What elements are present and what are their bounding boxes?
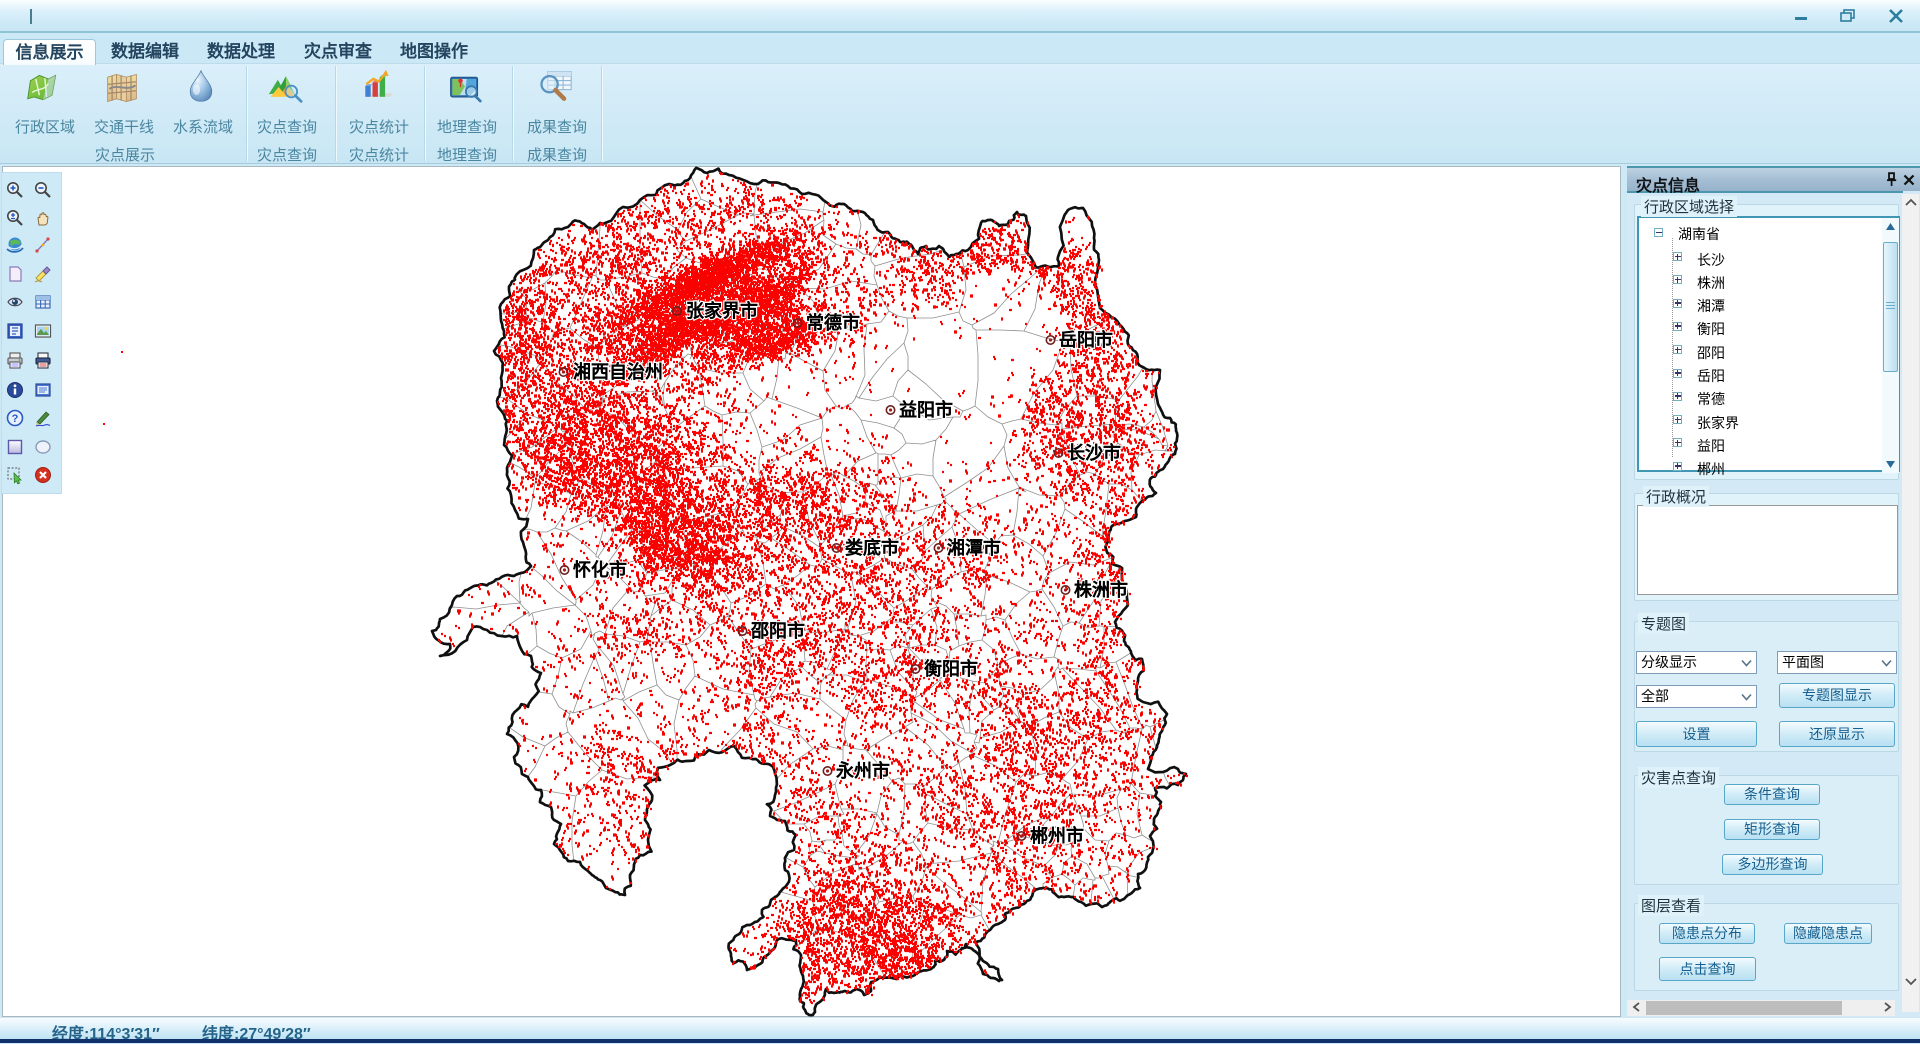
svg-text:株洲市: 株洲市 — [1074, 579, 1128, 600]
svg-text:张家界市: 张家界市 — [686, 300, 758, 321]
svg-text:永州市: 永州市 — [835, 760, 890, 781]
svg-text:邵阳市: 邵阳市 — [750, 620, 805, 641]
svg-text:岳阳市: 岳阳市 — [1059, 329, 1113, 350]
svg-text:湘潭市: 湘潭市 — [947, 537, 1001, 558]
svg-text:长沙市: 长沙市 — [1067, 442, 1121, 463]
svg-text:湘西自治州: 湘西自治州 — [573, 361, 663, 382]
svg-text:怀化市: 怀化市 — [573, 559, 627, 580]
svg-text:郴州市: 郴州市 — [1030, 825, 1084, 846]
svg-text:常德市: 常德市 — [806, 312, 860, 333]
svg-text:益阳市: 益阳市 — [899, 399, 953, 420]
svg-text:衡阳市: 衡阳市 — [924, 658, 978, 679]
svg-text:娄底市: 娄底市 — [845, 537, 899, 558]
svg-text:?: ? — [12, 413, 19, 425]
